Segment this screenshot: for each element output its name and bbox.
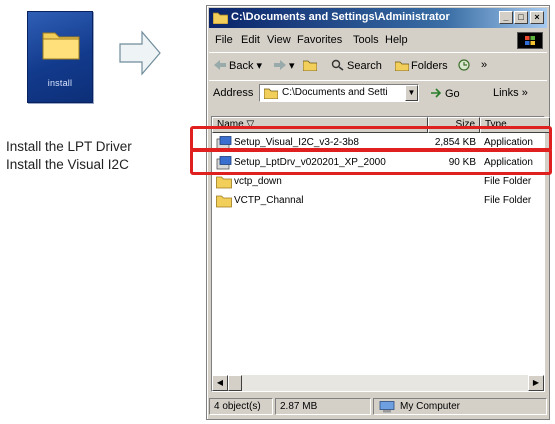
menu-view[interactable]: View: [267, 34, 291, 46]
menu-edit[interactable]: Edit: [241, 34, 260, 46]
menu-file[interactable]: File: [215, 34, 233, 46]
scroll-thumb[interactable]: [228, 375, 242, 391]
file-row-vctp-channal[interactable]: VCTP_Channal File Folder: [212, 193, 544, 209]
install-folder-tile[interactable]: install: [27, 11, 93, 103]
minimize-button[interactable]: _: [499, 11, 513, 24]
forward-arrow-icon: [274, 60, 286, 70]
back-arrow-icon: [214, 60, 226, 70]
window-title: C:\Documents and Settings\Administrator: [231, 11, 450, 23]
search-label: Search: [347, 60, 382, 72]
install-folder-label: install: [47, 78, 73, 88]
horizontal-scrollbar[interactable]: ◀ ▶: [212, 375, 544, 391]
go-arrow-icon: [431, 88, 442, 98]
folder-icon: [216, 195, 232, 208]
menu-bar: File Edit View Favorites Tools Help: [209, 30, 547, 50]
maximize-button[interactable]: □: [514, 11, 528, 24]
links-label: Links: [493, 87, 519, 99]
file-type: File Folder: [484, 176, 532, 187]
caption-install-visual-i2c: Install the Visual I2C: [6, 157, 129, 172]
address-bar: Address C:\Documents and Setti ▼ Go Link…: [209, 80, 547, 104]
back-button[interactable]: Back ▾: [213, 59, 262, 72]
file-name: VCTP_Channal: [234, 195, 304, 206]
status-location-label: My Computer: [400, 401, 461, 412]
back-label: Back: [229, 60, 254, 72]
right-arrow-icon: [119, 30, 161, 76]
go-button[interactable]: Go: [429, 87, 460, 100]
caption-install-lpt-driver: Install the LPT Driver: [6, 139, 132, 154]
file-name: vctp_down: [234, 176, 282, 187]
folders-button[interactable]: Folders: [395, 59, 448, 72]
search-icon: [331, 59, 344, 71]
folder-icon: [264, 88, 278, 99]
file-row-vctp-down[interactable]: vctp_down File Folder: [212, 174, 544, 190]
scroll-left-button[interactable]: ◀: [212, 375, 228, 391]
toolbar-more-button[interactable]: »: [481, 59, 487, 71]
address-label: Address: [213, 87, 254, 99]
status-bar: 4 object(s) 2.87 MB My Computer: [209, 395, 547, 417]
address-value: C:\Documents and Setti: [282, 87, 388, 98]
up-folder-icon: [303, 60, 317, 71]
menu-favorites[interactable]: Favorites: [297, 34, 342, 46]
search-button[interactable]: Search: [331, 59, 382, 72]
forward-button[interactable]: ▾: [273, 59, 295, 72]
address-dropdown-button[interactable]: ▼: [405, 85, 418, 101]
menu-tools[interactable]: Tools: [353, 34, 379, 46]
folders-label: Folders: [411, 60, 448, 72]
folders-icon: [395, 61, 409, 71]
title-bar[interactable]: C:\Documents and Settings\Administrator …: [209, 8, 547, 28]
windows-logo-icon: [517, 32, 543, 49]
status-total-size: 2.87 MB: [275, 398, 371, 415]
highlight-lpt-driver-row: [190, 148, 552, 175]
status-object-count: 4 object(s): [209, 398, 273, 415]
go-label: Go: [445, 88, 460, 100]
up-folder-button[interactable]: [303, 59, 319, 72]
menu-help[interactable]: Help: [385, 34, 408, 46]
explorer-window: C:\Documents and Settings\Administrator …: [206, 5, 550, 420]
history-icon: [458, 59, 470, 71]
history-button[interactable]: [457, 59, 473, 72]
file-type: File Folder: [484, 195, 532, 206]
address-field[interactable]: C:\Documents and Setti: [259, 84, 419, 102]
computer-icon: [379, 401, 395, 413]
folder-icon: [42, 32, 80, 60]
folder-icon: [216, 176, 232, 189]
toolbar: Back ▾ ▾ Search Folders »: [209, 52, 547, 78]
links-button[interactable]: Links »: [493, 87, 528, 99]
scroll-right-button[interactable]: ▶: [528, 375, 544, 391]
status-location: My Computer: [373, 398, 547, 415]
folder-icon: [213, 12, 228, 24]
close-button[interactable]: ×: [530, 11, 544, 24]
